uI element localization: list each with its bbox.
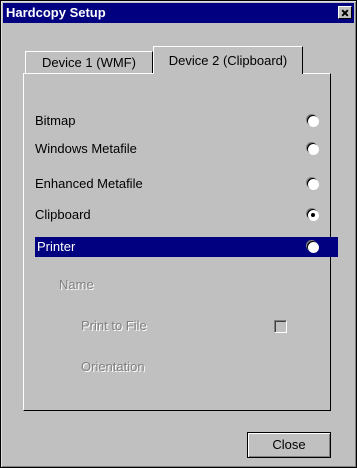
option-bitmap-label: Bitmap [35, 113, 76, 128]
option-clipboard[interactable]: Clipboard [35, 205, 338, 225]
option-windows-metafile[interactable]: Windows Metafile [35, 139, 338, 159]
radio-windows-metafile[interactable] [307, 143, 318, 154]
radio-bitmap[interactable] [307, 115, 318, 126]
tab-device-1-label: Device 1 (WMF) [42, 55, 136, 70]
hardcopy-setup-dialog: Hardcopy Setup Device 1 (WMF) Device 2 (… [0, 0, 357, 468]
radio-clipboard[interactable] [307, 209, 318, 220]
tab-device-2[interactable]: Device 2 (Clipboard) [153, 46, 303, 74]
option-windows-metafile-label: Windows Metafile [35, 141, 137, 156]
tab-device-1[interactable]: Device 1 (WMF) [25, 51, 153, 73]
close-button[interactable]: Close [247, 432, 331, 458]
option-printer[interactable]: Printer [35, 237, 338, 257]
print-to-file-label: Print to File [81, 318, 147, 333]
option-enhanced-metafile-label: Enhanced Metafile [35, 176, 143, 191]
radio-printer[interactable] [307, 241, 318, 252]
title-bar: Hardcopy Setup [3, 3, 354, 23]
close-icon[interactable] [338, 6, 352, 19]
printer-name-label: Name [59, 277, 94, 292]
radio-enhanced-metafile[interactable] [307, 178, 318, 189]
option-bitmap[interactable]: Bitmap [35, 111, 338, 131]
tab-device-2-label: Device 2 (Clipboard) [168, 53, 288, 68]
print-to-file-checkbox[interactable] [274, 320, 287, 333]
option-clipboard-label: Clipboard [35, 207, 91, 222]
option-enhanced-metafile[interactable]: Enhanced Metafile [35, 174, 338, 194]
window-title: Hardcopy Setup [6, 5, 106, 20]
option-printer-label: Printer [37, 239, 76, 254]
orientation-label: Orientation [81, 359, 145, 374]
